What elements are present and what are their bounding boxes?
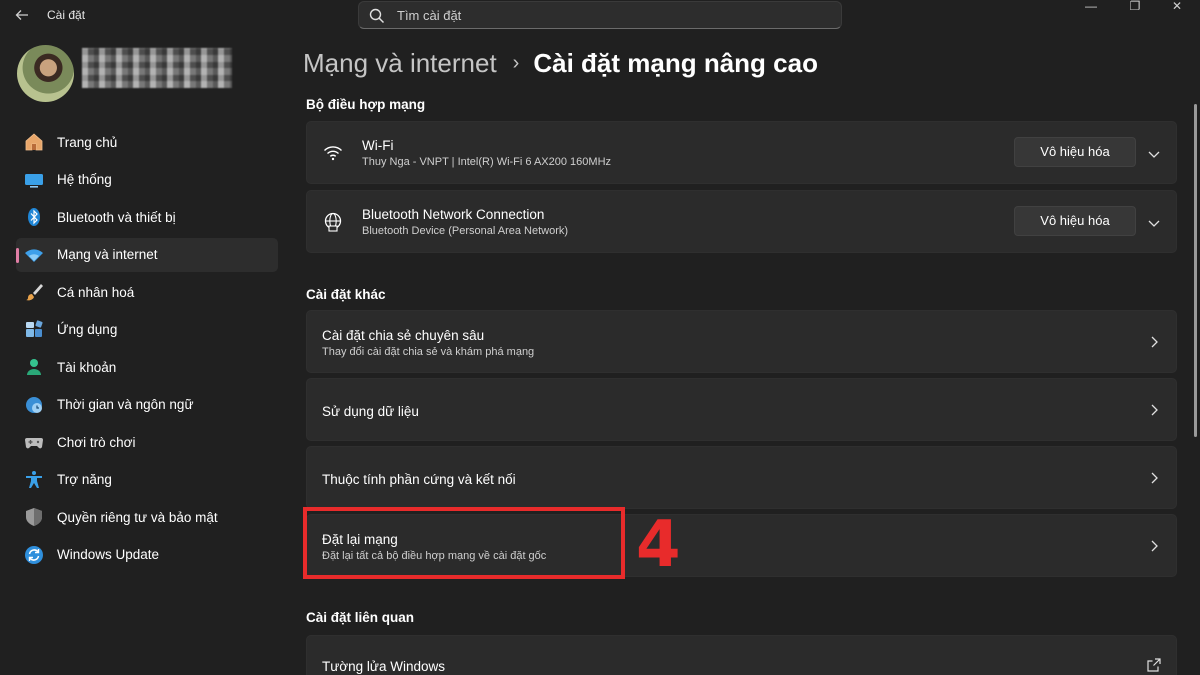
row-title: Sử dụng dữ liệu: [322, 404, 419, 419]
ethernet-globe-icon: [324, 212, 342, 232]
highlight-box: [303, 507, 625, 579]
sidebar-item-label: Cá nhân hoá: [57, 284, 135, 300]
sidebar-item-apps[interactable]: Ứng dụng: [16, 313, 278, 347]
sidebar: Trang chủ Hệ thống Bluetooth và thiết bị…: [16, 125, 278, 575]
brush-icon: [24, 282, 44, 302]
sidebar-item-label: Chơi trò chơi: [57, 434, 136, 450]
sidebar-item-gaming[interactable]: Chơi trò chơi: [16, 425, 278, 459]
search-box[interactable]: Tìm cài đặt: [358, 1, 842, 29]
adapter-title: Bluetooth Network Connection: [362, 207, 545, 222]
close-icon[interactable]: ✕: [1154, 0, 1200, 14]
sidebar-item-time-language[interactable]: Thời gian và ngôn ngữ: [16, 388, 278, 422]
sidebar-item-label: Trợ năng: [57, 472, 112, 487]
sidebar-item-label: Windows Update: [57, 547, 160, 562]
time-language-icon: [24, 395, 44, 415]
system-icon: [24, 170, 44, 190]
settings-row-advanced-sharing[interactable]: Cài đặt chia sẻ chuyên sâu Thay đổi cài …: [306, 310, 1177, 373]
adapter-title: Wi-Fi: [362, 138, 394, 153]
back-arrow-icon[interactable]: [10, 4, 34, 26]
section-title-adapters: Bộ điều hợp mạng: [306, 97, 426, 112]
external-link-icon: [1147, 658, 1161, 672]
bluetooth-icon: [24, 207, 44, 227]
search-icon: [369, 8, 385, 24]
sidebar-item-label: Thời gian và ngôn ngữ: [57, 397, 194, 412]
avatar[interactable]: [17, 45, 74, 102]
sidebar-item-windows-update[interactable]: Windows Update: [16, 538, 278, 572]
sidebar-item-label: Trang chủ: [57, 134, 118, 150]
blurred-account-name: [82, 48, 232, 88]
app-title: Cài đặt: [47, 8, 86, 22]
adapter-subtitle: Bluetooth Device (Personal Area Network): [362, 225, 569, 237]
row-subtitle: Thay đổi cài đặt chia sẻ và khám phá mạn…: [322, 346, 535, 358]
breadcrumb-parent[interactable]: Mạng và internet: [303, 48, 497, 79]
chevron-right-icon: [1151, 472, 1158, 484]
chevron-right-icon: [1151, 404, 1158, 416]
section-title-related: Cài đặt liên quan: [306, 610, 415, 625]
maximize-icon[interactable]: ❐: [1112, 0, 1158, 14]
sidebar-item-accessibility[interactable]: Trợ năng: [16, 463, 278, 497]
accessibility-icon: [24, 470, 44, 490]
chevron-down-icon[interactable]: [1146, 146, 1162, 162]
disable-button[interactable]: Vô hiệu hóa: [1014, 206, 1136, 236]
sidebar-item-label: Hệ thống: [57, 172, 112, 187]
settings-row-data-usage[interactable]: Sử dụng dữ liệu: [306, 378, 1177, 441]
section-title-other: Cài đặt khác: [306, 287, 386, 302]
settings-row-windows-firewall[interactable]: Tường lửa Windows: [306, 635, 1177, 675]
gaming-icon: [24, 432, 44, 452]
adapter-subtitle: Thuy Nga - VNPT | Intel(R) Wi-Fi 6 AX200…: [362, 156, 612, 168]
chevron-right-icon: [1151, 336, 1158, 348]
breadcrumb: Mạng và internet › Cài đặt mạng nâng cao: [303, 46, 818, 80]
title-bar: Cài đặt Tìm cài đặt — ❐ ✕: [0, 0, 1200, 30]
chevron-right-icon: [1151, 540, 1158, 552]
minimize-icon[interactable]: —: [1068, 0, 1114, 14]
sidebar-item-label: Bluetooth và thiết bị: [57, 209, 176, 225]
sidebar-item-label: Tài khoản: [57, 359, 117, 375]
row-title: Cài đặt chia sẻ chuyên sâu: [322, 328, 485, 343]
sidebar-item-bluetooth[interactable]: Bluetooth và thiết bị: [16, 200, 278, 234]
sidebar-item-label: Quyền riêng tư và bảo mật: [57, 509, 218, 525]
update-icon: [24, 545, 44, 565]
adapter-card-bluetooth[interactable]: Bluetooth Network Connection Bluetooth D…: [306, 190, 1177, 253]
wifi-icon: [324, 146, 342, 161]
chevron-down-icon[interactable]: [1146, 215, 1162, 231]
shield-icon: [24, 507, 44, 527]
scrollbar[interactable]: [1194, 104, 1197, 437]
home-icon: [24, 132, 44, 152]
search-input[interactable]: Tìm cài đặt: [397, 8, 461, 23]
step-number-annotation: 4: [636, 508, 681, 582]
wifi-icon: [24, 245, 44, 265]
row-title: Tường lửa Windows: [322, 659, 445, 674]
sidebar-item-privacy[interactable]: Quyền riêng tư và bảo mật: [16, 500, 278, 534]
settings-row-hardware-properties[interactable]: Thuộc tính phần cứng và kết nối: [306, 446, 1177, 509]
sidebar-item-system[interactable]: Hệ thống: [16, 163, 278, 197]
sidebar-item-accounts[interactable]: Tài khoản: [16, 350, 278, 384]
breadcrumb-separator: ›: [512, 51, 520, 74]
sidebar-item-network[interactable]: Mạng và internet: [16, 237, 278, 272]
sidebar-item-home[interactable]: Trang chủ: [16, 125, 278, 159]
row-title: Thuộc tính phần cứng và kết nối: [322, 472, 516, 487]
apps-icon: [24, 319, 44, 340]
sidebar-item-personalization[interactable]: Cá nhân hoá: [16, 275, 278, 309]
account-icon: [24, 357, 44, 377]
page-title: Cài đặt mạng nâng cao: [533, 47, 818, 78]
adapter-card-wifi[interactable]: Wi-Fi Thuy Nga - VNPT | Intel(R) Wi-Fi 6…: [306, 121, 1177, 184]
disable-button[interactable]: Vô hiệu hóa: [1014, 137, 1136, 167]
sidebar-item-label: Ứng dụng: [57, 322, 118, 337]
sidebar-item-label: Mạng và internet: [57, 247, 158, 262]
